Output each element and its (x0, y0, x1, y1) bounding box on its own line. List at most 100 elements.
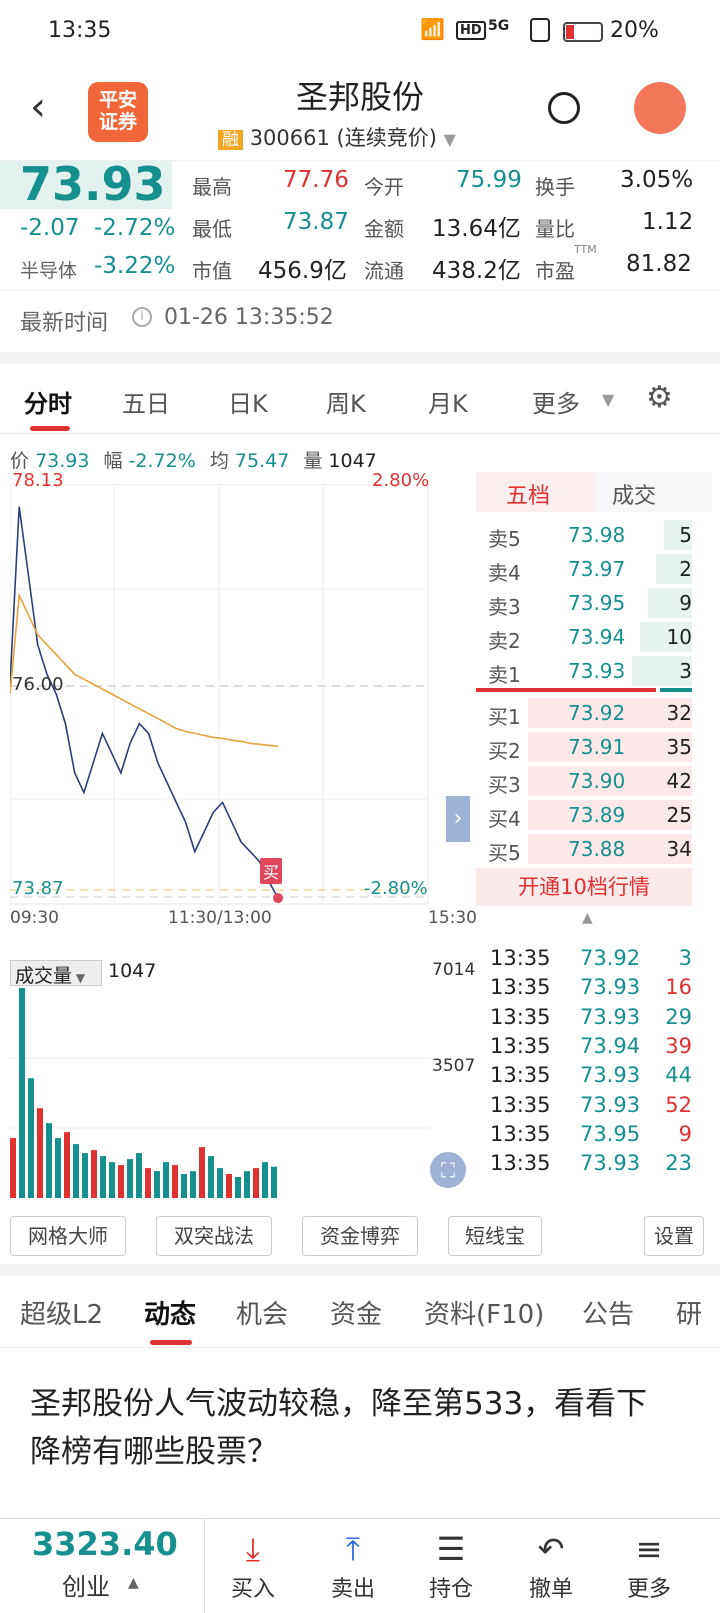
tab-funds[interactable]: 资金 (330, 1294, 382, 1331)
news-headline[interactable]: 圣邦股份人气波动较稳，降至第533，看看下降榜有哪些股票？ (30, 1380, 670, 1476)
tab-trades[interactable]: 成交 (612, 478, 656, 510)
chart-tabs: 分时 五日 日K 周K 月K 更多 ▼ ⚙ (0, 366, 720, 434)
latest-time-value: 01-26 13:35:52 (164, 305, 334, 330)
level-price: 73.93 (568, 659, 626, 683)
value-volume-ratio: 1.12 (642, 209, 694, 235)
volume-selector[interactable]: 成交量 ▼ (10, 960, 102, 987)
tool-grid-master[interactable]: 网格大师 (10, 1216, 126, 1256)
ask-row[interactable]: 卖3 73.95 9 (488, 586, 710, 621)
chart-mid-price: 76.00 (12, 674, 64, 695)
tab-monthly-k[interactable]: 月K (428, 384, 468, 419)
value-high: 77.76 (283, 167, 349, 193)
volume-bar (100, 1156, 106, 1198)
level-qty: 35 (666, 735, 692, 759)
trade-cell: 73.93 (580, 1004, 641, 1029)
volume-bar (226, 1174, 232, 1198)
trade-cell: 13:35 (490, 1151, 551, 1176)
avatar[interactable] (634, 82, 686, 134)
last-price-point (273, 893, 283, 904)
trade-cell: 16 (665, 975, 692, 1000)
order-book: 五档 成交 卖5 73.98 5 卖4 73.97 2 卖3 73.95 9 卖2 73.94 10 卖… (476, 472, 712, 924)
trade-row: 13:35 73.93 23 (490, 1151, 712, 1181)
active-section-indicator (150, 1340, 192, 1345)
tab-daily-k[interactable]: 日K (228, 384, 268, 419)
level-price: 73.97 (568, 557, 626, 581)
status-time: 13:35 (48, 18, 112, 43)
volume-bar (190, 1171, 196, 1198)
ask-row[interactable]: 卖5 73.98 5 (488, 518, 710, 553)
caret-down-icon: ▼ (602, 390, 615, 409)
gear-icon[interactable]: ⚙ (646, 380, 673, 415)
bid-row[interactable]: 买2 73.91 35 (488, 730, 710, 765)
trade-cell: 13:35 (490, 1121, 551, 1146)
volume-bar (19, 988, 25, 1198)
bid-row[interactable]: 买1 73.92 32 (488, 696, 710, 731)
index-value[interactable]: 3323.40 (32, 1525, 178, 1563)
intraday-chart[interactable]: 78.13 2.80% 76.00 73.87 -2.80% 买 › (10, 470, 470, 924)
tool-short-line[interactable]: 短线宝 (448, 1216, 542, 1256)
ask-row[interactable]: 卖4 73.97 2 (488, 552, 710, 587)
caret-up-icon: ▲ (582, 910, 593, 926)
stock-header: ‹ 平安 证券 圣邦股份 融 300661 (连续竞价) ▼ (0, 64, 720, 160)
trade-row: 13:35 73.93 44 (490, 1063, 712, 1093)
search-icon[interactable] (548, 92, 580, 124)
nav-buy[interactable]: ⤓ 买入 (208, 1527, 298, 1603)
value-open: 75.99 (456, 167, 522, 193)
level-label: 卖4 (488, 561, 521, 585)
stock-code[interactable]: 融 300661 (连续竞价) ▼ (218, 122, 456, 152)
tab-intraday[interactable]: 分时 (24, 384, 72, 419)
volume-chart[interactable]: 成交量 ▼ 1047 7014 3507 ⛶ (10, 960, 490, 1200)
fullscreen-icon[interactable]: ⛶ (430, 1152, 466, 1188)
time-axis-start: 09:30 (10, 908, 59, 928)
tool-buttons: 网格大师 双突战法 资金博弈 短线宝 设置 (0, 1210, 720, 1266)
level-qty: 3 (679, 659, 692, 683)
section-tabs: 超级L2 动态 机会 资金 资料(F10) 公告 研 (0, 1276, 720, 1348)
chart-bottom-pct: -2.80% (364, 878, 428, 899)
ask-row[interactable]: 卖1 73.93 3 (488, 654, 710, 689)
tab-5day[interactable]: 五日 (122, 384, 170, 419)
trade-cell: 73.93 (580, 1063, 641, 1088)
tab-five-levels[interactable]: 五档 (506, 478, 550, 510)
tab-opportunity[interactable]: 机会 (236, 1294, 288, 1331)
ask-row[interactable]: 卖2 73.94 10 (488, 620, 710, 655)
tab-dynamics[interactable]: 动态 (144, 1294, 196, 1331)
volume-bar (163, 1162, 169, 1198)
nav-more[interactable]: ≡ 更多 (604, 1527, 694, 1603)
buy-marker[interactable]: 买 (260, 858, 283, 884)
index-name[interactable]: 创业 (62, 1567, 110, 1602)
level-price: 73.98 (568, 523, 626, 547)
volume-bar (262, 1162, 268, 1198)
level-label: 买2 (488, 739, 521, 763)
avg-price-line (10, 592, 279, 748)
bid-row[interactable]: 买3 73.90 42 (488, 764, 710, 799)
level-price: 73.90 (568, 769, 626, 793)
tool-double-break[interactable]: 双突战法 (156, 1216, 272, 1256)
info-vol: 1047 (328, 450, 377, 472)
tab-weekly-k[interactable]: 周K (326, 384, 366, 419)
tab-super-l2[interactable]: 超级L2 (20, 1294, 103, 1331)
trade-cell: 73.93 (580, 1151, 641, 1176)
tab-f10[interactable]: 资料(F10) (424, 1294, 544, 1331)
info-icon[interactable]: i (132, 307, 152, 327)
expand-orderbook-icon[interactable]: › (446, 796, 470, 842)
value-low: 73.87 (283, 209, 349, 235)
battery-text: 20% (610, 18, 659, 43)
open-10-level-button[interactable]: 开通10档行情 (476, 868, 692, 906)
level-qty: 42 (666, 769, 692, 793)
level-qty: 25 (666, 803, 692, 827)
label-low: 最低 (192, 217, 232, 241)
change-value: -2.07 (20, 215, 80, 241)
tab-more[interactable]: 更多 (532, 384, 580, 419)
tab-research[interactable]: 研 (676, 1294, 702, 1331)
nav-sell[interactable]: ⤒ 卖出 (308, 1527, 398, 1603)
volume-bar (82, 1153, 88, 1198)
nav-holdings[interactable]: ☰ 持仓 (406, 1527, 496, 1603)
nav-cancel[interactable]: ↶ 撤单 (506, 1527, 596, 1603)
tab-announcements[interactable]: 公告 (582, 1294, 634, 1331)
bid-row[interactable]: 买4 73.89 25 (488, 798, 710, 833)
sector-label[interactable]: 半导体 (20, 256, 77, 283)
bid-row[interactable]: 买5 73.88 34 (488, 832, 710, 867)
label-turnover: 换手 (535, 175, 575, 199)
tool-settings[interactable]: 设置 (644, 1216, 704, 1256)
tool-fund-game[interactable]: 资金博弈 (302, 1216, 418, 1256)
